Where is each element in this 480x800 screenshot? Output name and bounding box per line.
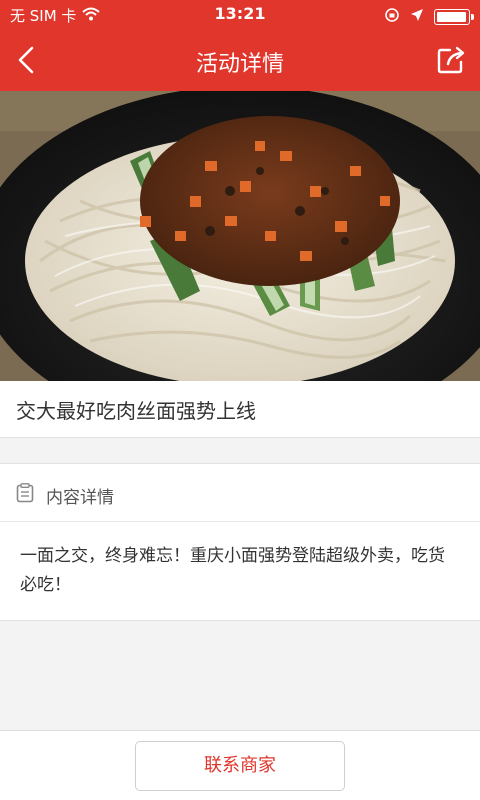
- bottom-bar: 联系商家: [0, 730, 480, 800]
- share-button[interactable]: [434, 42, 470, 78]
- content-header: 内容详情: [0, 464, 480, 522]
- rotation-lock-icon: [384, 7, 400, 27]
- page-title: 活动详情: [195, 52, 284, 77]
- header: 无 SIM 卡 13:21 活动详情: [0, 0, 480, 91]
- activity-title-card: 交大最好吃肉丝面强势上线: [0, 381, 480, 438]
- share-icon: [437, 46, 465, 74]
- document-icon: [16, 483, 34, 503]
- nav-bar: 活动详情: [0, 30, 480, 91]
- battery-icon: [434, 9, 474, 25]
- content-header-label: 内容详情: [46, 488, 114, 508]
- noodle-dish-photo: [0, 91, 480, 381]
- battery-fill: [437, 12, 466, 22]
- content-card: 内容详情 一面之交，终身难忘！重庆小面强势登陆超级外卖，吃货必吃！: [0, 463, 480, 621]
- contact-merchant-button[interactable]: 联系商家: [135, 741, 345, 791]
- screen: 无 SIM 卡 13:21 活动详情 交大最好吃肉丝面强势上线 内容详情 一面之…: [0, 0, 480, 800]
- content-body: 一面之交，终身难忘！重庆小面强势登陆超级外卖，吃货必吃！: [20, 546, 445, 595]
- status-right: [384, 7, 474, 27]
- hero-image: [0, 91, 480, 381]
- activity-title: 交大最好吃肉丝面强势上线: [16, 399, 256, 423]
- location-icon: [410, 8, 424, 26]
- status-bar: 无 SIM 卡 13:21: [0, 0, 480, 30]
